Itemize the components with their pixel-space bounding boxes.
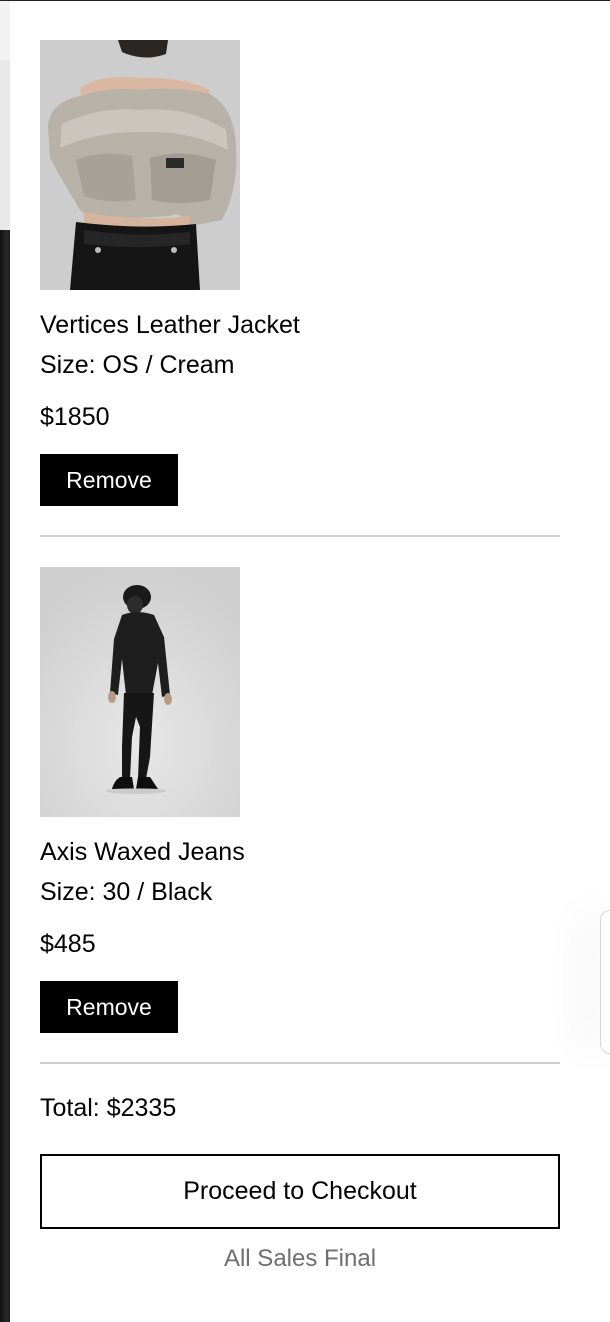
product-name[interactable]: Vertices Leather Jacket xyxy=(40,310,560,340)
total-divider xyxy=(40,1062,560,1064)
cart-item: Vertices Leather Jacket Size: OS / Cream… xyxy=(40,40,560,506)
product-variant: Size: OS / Cream xyxy=(40,351,235,379)
item-divider xyxy=(40,535,560,537)
cart-total: Total: $2335 xyxy=(40,1094,177,1122)
remove-button[interactable]: Remove xyxy=(40,981,178,1033)
product-price: $485 xyxy=(40,930,96,958)
product-name[interactable]: Axis Waxed Jeans xyxy=(40,837,560,867)
product-variant: Size: 30 / Black xyxy=(40,878,213,906)
checkout-button[interactable]: Proceed to Checkout xyxy=(40,1154,560,1229)
product-price: $1850 xyxy=(40,403,110,431)
product-image-jeans[interactable] xyxy=(40,567,240,817)
product-image-jacket[interactable] xyxy=(40,40,240,290)
sales-final-notice: All Sales Final xyxy=(223,1245,377,1272)
drawer-edge-tab[interactable] xyxy=(600,910,610,1054)
remove-button[interactable]: Remove xyxy=(40,454,178,506)
cart-item: Axis Waxed Jeans Size: 30 / Black $485 R… xyxy=(40,567,560,1033)
